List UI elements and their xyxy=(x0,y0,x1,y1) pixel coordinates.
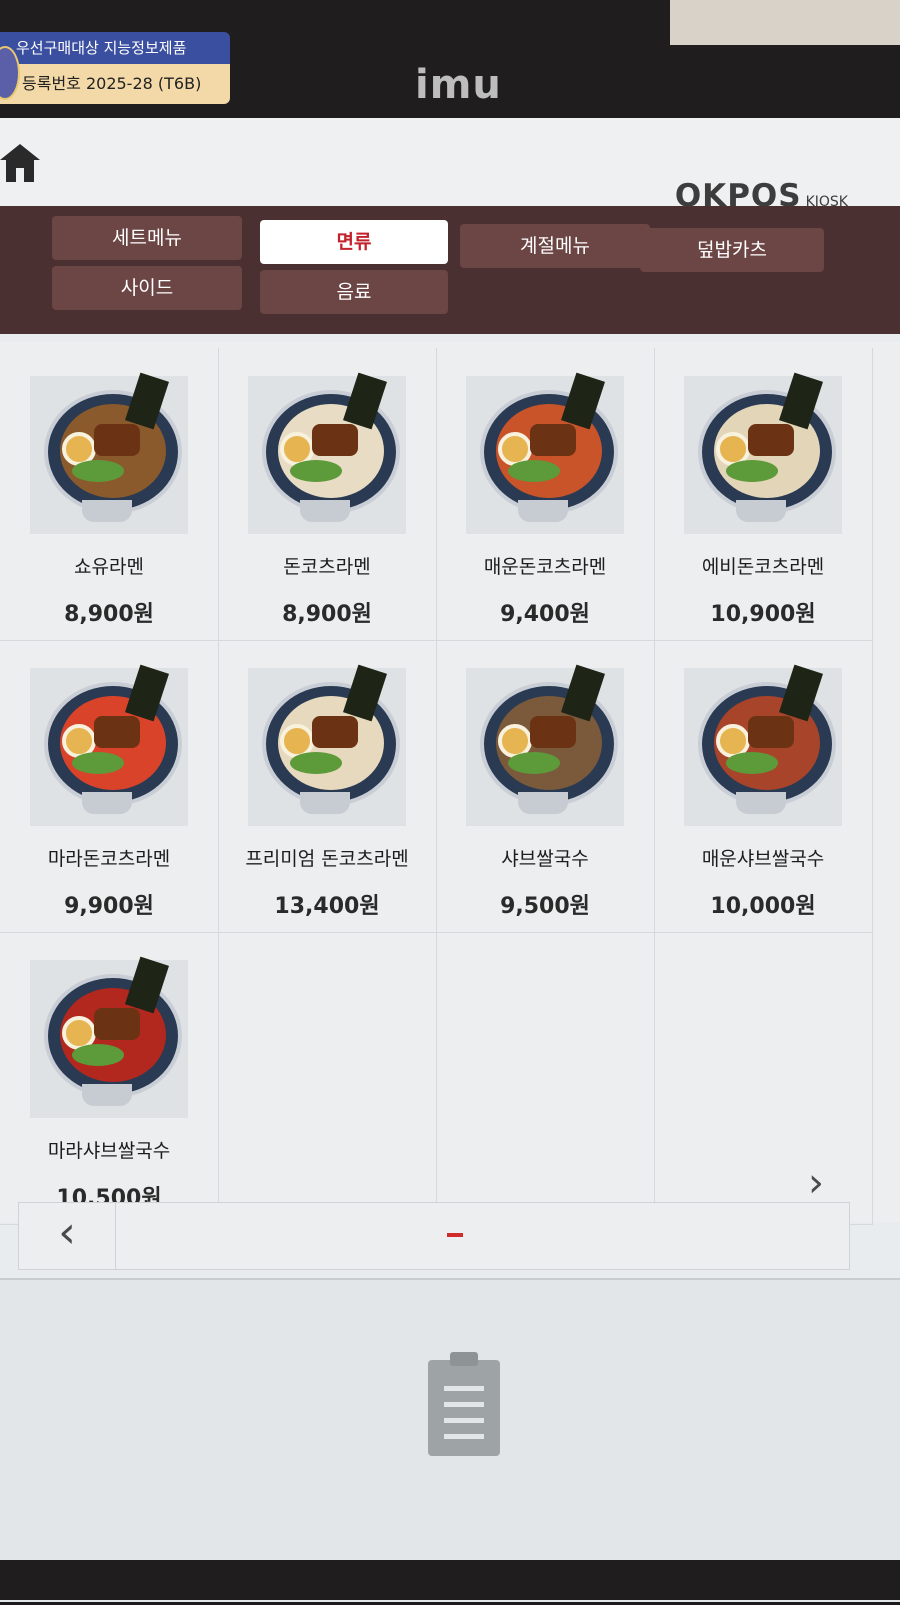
menu-item-photo xyxy=(248,664,406,826)
menu-item-photo xyxy=(30,664,188,826)
menu-item-photo xyxy=(684,372,842,534)
cart-area: 0원 xyxy=(0,1278,900,1604)
menu-item-photo xyxy=(30,372,188,534)
ramen-bowl-image xyxy=(698,682,836,806)
menu-item-name: 매운돈코츠라멘 xyxy=(483,556,607,578)
kiosk-screen: OKPOS KIOSK 세트메뉴 면류 계절메뉴 덮밥카츠 사이드 음료 쇼유라멘… xyxy=(0,118,900,1604)
menu-item[interactable]: 돈코츠라멘 8,900원 xyxy=(218,348,437,641)
menu-item-photo xyxy=(684,664,842,826)
tab-set-menu[interactable]: 세트메뉴 xyxy=(52,216,242,260)
ramen-bowl-image xyxy=(44,390,182,514)
menu-item[interactable]: 매운샤브쌀국수 10,000원 xyxy=(654,640,873,933)
tab-seasonal[interactable]: 계절메뉴 xyxy=(460,224,650,268)
tab-rice-katsu[interactable]: 덮밥카츠 xyxy=(640,228,824,272)
ramen-bowl-image xyxy=(44,974,182,1098)
kiosk-bottom-bezel xyxy=(0,1560,900,1600)
menu-item-price: 8,900원 xyxy=(282,602,372,627)
ramen-bowl-image xyxy=(262,682,400,806)
home-icon[interactable] xyxy=(0,140,40,184)
tab-drinks[interactable]: 음료 xyxy=(260,270,448,314)
page-indicator xyxy=(447,1233,463,1237)
menu-grid: 쇼유라멘 8,900원 돈코츠라멘 8,900원 매운돈코츠라멘 9,400원 에비돈코츠라… xyxy=(0,342,900,1225)
ramen-bowl-image xyxy=(480,390,618,514)
category-tabs: 세트메뉴 면류 계절메뉴 덮밥카츠 사이드 음료 xyxy=(0,206,900,334)
menu-item-photo xyxy=(466,664,624,826)
menu-item-price: 9,900원 xyxy=(64,894,154,919)
menu-item-price: 10,900원 xyxy=(710,602,816,627)
ramen-bowl-image xyxy=(698,390,836,514)
menu-item-name: 에비돈코츠라멘 xyxy=(701,556,825,578)
background-wall xyxy=(670,0,900,45)
menu-item-photo xyxy=(30,956,188,1118)
menu-item[interactable]: 쇼유라멘 8,900원 xyxy=(0,348,219,641)
menu-item[interactable]: 샤브쌀국수 9,500원 xyxy=(436,640,655,933)
chevron-left-icon[interactable]: ‹ xyxy=(19,1203,116,1269)
menu-item-name: 마라샤브쌀국수 xyxy=(47,1140,171,1162)
tab-noodles[interactable]: 면류 xyxy=(260,220,448,264)
device-brand-logo: imu xyxy=(415,62,502,108)
menu-item[interactable]: 마라샤브쌀국수 10,500원 xyxy=(0,932,219,1225)
pager: ‹ xyxy=(18,1202,850,1270)
menu-item-name: 쇼유라멘 xyxy=(74,556,144,578)
menu-item[interactable]: 매운돈코츠라멘 9,400원 xyxy=(436,348,655,641)
empty-menu-slot xyxy=(218,932,437,1225)
menu-item-name: 마라돈코츠라멘 xyxy=(47,848,171,870)
ramen-bowl-image xyxy=(262,390,400,514)
menu-item-price: 9,500원 xyxy=(500,894,590,919)
menu-item-name: 프리미엄 돈코츠라멘 xyxy=(245,848,409,870)
empty-menu-slot xyxy=(436,932,655,1225)
menu-item-name: 돈코츠라멘 xyxy=(283,556,371,578)
menu-item[interactable]: 마라돈코츠라멘 9,900원 xyxy=(0,640,219,933)
menu-item-price: 10,000원 xyxy=(710,894,816,919)
menu-item[interactable]: 에비돈코츠라멘 10,900원 xyxy=(654,348,873,641)
menu-item-price: 8,900원 xyxy=(64,602,154,627)
menu-item-name: 샤브쌀국수 xyxy=(501,848,589,870)
ramen-bowl-image xyxy=(480,682,618,806)
menu-item[interactable]: 프리미엄 돈코츠라멘 13,400원 xyxy=(218,640,437,933)
ramen-bowl-image xyxy=(44,682,182,806)
tab-side[interactable]: 사이드 xyxy=(52,266,242,310)
kiosk-top-bezel: 우선구매대상 지능정보제품 등록번호 2025-28 (T6B) imu xyxy=(0,0,900,120)
sticker-line1: 우선구매대상 지능정보제품 xyxy=(0,32,230,64)
certification-sticker: 우선구매대상 지능정보제품 등록번호 2025-28 (T6B) xyxy=(0,32,230,104)
menu-item-photo xyxy=(466,372,624,534)
header-bar: OKPOS KIOSK xyxy=(0,118,900,214)
menu-item-photo xyxy=(248,372,406,534)
menu-item-price: 9,400원 xyxy=(500,602,590,627)
sticker-line2: 등록번호 2025-28 (T6B) xyxy=(0,64,230,104)
menu-item-price: 13,400원 xyxy=(274,894,380,919)
menu-item-name: 매운샤브쌀국수 xyxy=(701,848,825,870)
clipboard-icon xyxy=(428,1352,500,1456)
